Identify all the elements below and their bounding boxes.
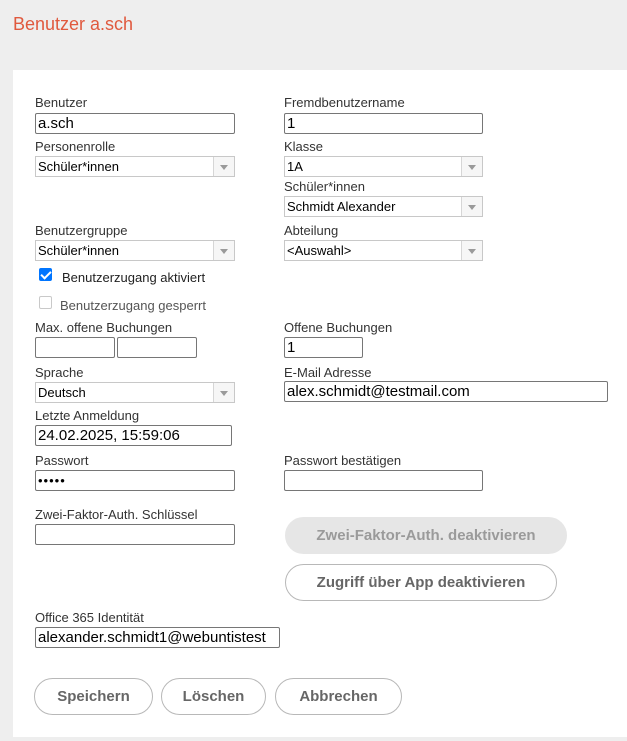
personenrolle-value: Schüler*innen bbox=[38, 159, 119, 174]
benutzergruppe-value: Schüler*innen bbox=[38, 243, 119, 258]
chevron-down-icon bbox=[461, 197, 482, 216]
passwort-bestaetigen-input[interactable] bbox=[284, 470, 483, 491]
chevron-down-icon bbox=[213, 383, 234, 402]
zwei-faktor-deaktivieren-button[interactable]: Zwei-Faktor-Auth. deaktivieren bbox=[285, 517, 567, 554]
max-buchungen-label: Max. offene Buchungen bbox=[35, 320, 173, 335]
zugang-gesperrt-checkbox[interactable] bbox=[39, 296, 52, 309]
zwei-faktor-input[interactable] bbox=[35, 524, 235, 545]
letzte-anmeldung-label: Letzte Anmeldung bbox=[35, 408, 140, 423]
offene-buchungen-input[interactable]: 1 bbox=[284, 337, 363, 358]
app-deaktivieren-button[interactable]: Zugriff über App deaktivieren bbox=[285, 564, 557, 601]
sprache-select[interactable]: Deutsch bbox=[35, 382, 235, 403]
speichern-button[interactable]: Speichern bbox=[34, 678, 153, 715]
email-label: E-Mail Adresse bbox=[284, 365, 372, 380]
abteilung-label: Abteilung bbox=[284, 223, 339, 238]
office365-input[interactable]: alexander.schmidt1@webuntistest bbox=[35, 627, 280, 648]
loeschen-button[interactable]: Löschen bbox=[161, 678, 266, 715]
email-input[interactable]: alex.schmidt@testmail.com bbox=[284, 381, 608, 402]
chevron-down-icon bbox=[213, 241, 234, 260]
benutzer-input[interactable]: a.sch bbox=[35, 113, 235, 134]
offene-buchungen-label: Offene Buchungen bbox=[284, 320, 393, 335]
zugang-aktiviert-label: Benutzerzugang aktiviert bbox=[62, 270, 206, 285]
zugang-gesperrt-label: Benutzerzugang gesperrt bbox=[60, 298, 206, 313]
max-buchungen-input-1[interactable] bbox=[35, 337, 115, 358]
chevron-down-icon bbox=[461, 241, 482, 260]
chevron-down-icon bbox=[461, 157, 482, 176]
benutzer-label: Benutzer bbox=[35, 95, 88, 110]
fremdbenutzername-input[interactable]: 1 bbox=[284, 113, 483, 134]
max-buchungen-input-2[interactable] bbox=[117, 337, 197, 358]
abteilung-select[interactable]: <Auswahl> bbox=[284, 240, 483, 261]
benutzergruppe-label: Benutzergruppe bbox=[35, 223, 128, 238]
abteilung-value: <Auswahl> bbox=[287, 243, 352, 258]
passwort-label: Passwort bbox=[35, 453, 89, 468]
personenrolle-label: Personenrolle bbox=[35, 139, 116, 154]
klasse-value: 1A bbox=[287, 159, 303, 174]
sprache-label: Sprache bbox=[35, 365, 84, 380]
klasse-label: Klasse bbox=[284, 139, 324, 154]
user-form-panel: Benutzer a.sch Fremdbenutzername 1 Perso… bbox=[13, 70, 627, 737]
letzte-anmeldung-field[interactable]: 24.02.2025, 15:59:06 bbox=[35, 425, 232, 446]
zwei-faktor-label: Zwei-Faktor-Auth. Schlüssel bbox=[35, 507, 198, 522]
personenrolle-select[interactable]: Schüler*innen bbox=[35, 156, 235, 177]
passwort-input[interactable]: ••••• bbox=[35, 470, 235, 491]
passwort-bestaetigen-label: Passwort bestätigen bbox=[284, 453, 402, 468]
page-title: Benutzer a.sch bbox=[13, 14, 134, 34]
schueler-value: Schmidt Alexander bbox=[287, 199, 396, 214]
klasse-select[interactable]: 1A bbox=[284, 156, 483, 177]
zugang-aktiviert-checkbox[interactable] bbox=[39, 268, 52, 281]
schueler-select[interactable]: Schmidt Alexander bbox=[284, 196, 483, 217]
sprache-value: Deutsch bbox=[38, 385, 86, 400]
fremdbenutzername-label: Fremdbenutzername bbox=[284, 95, 405, 110]
chevron-down-icon bbox=[213, 157, 234, 176]
benutzergruppe-select[interactable]: Schüler*innen bbox=[35, 240, 235, 261]
schueler-label: Schüler*innen bbox=[284, 179, 365, 194]
abbrechen-button[interactable]: Abbrechen bbox=[275, 678, 402, 715]
office365-label: Office 365 Identität bbox=[35, 610, 144, 625]
